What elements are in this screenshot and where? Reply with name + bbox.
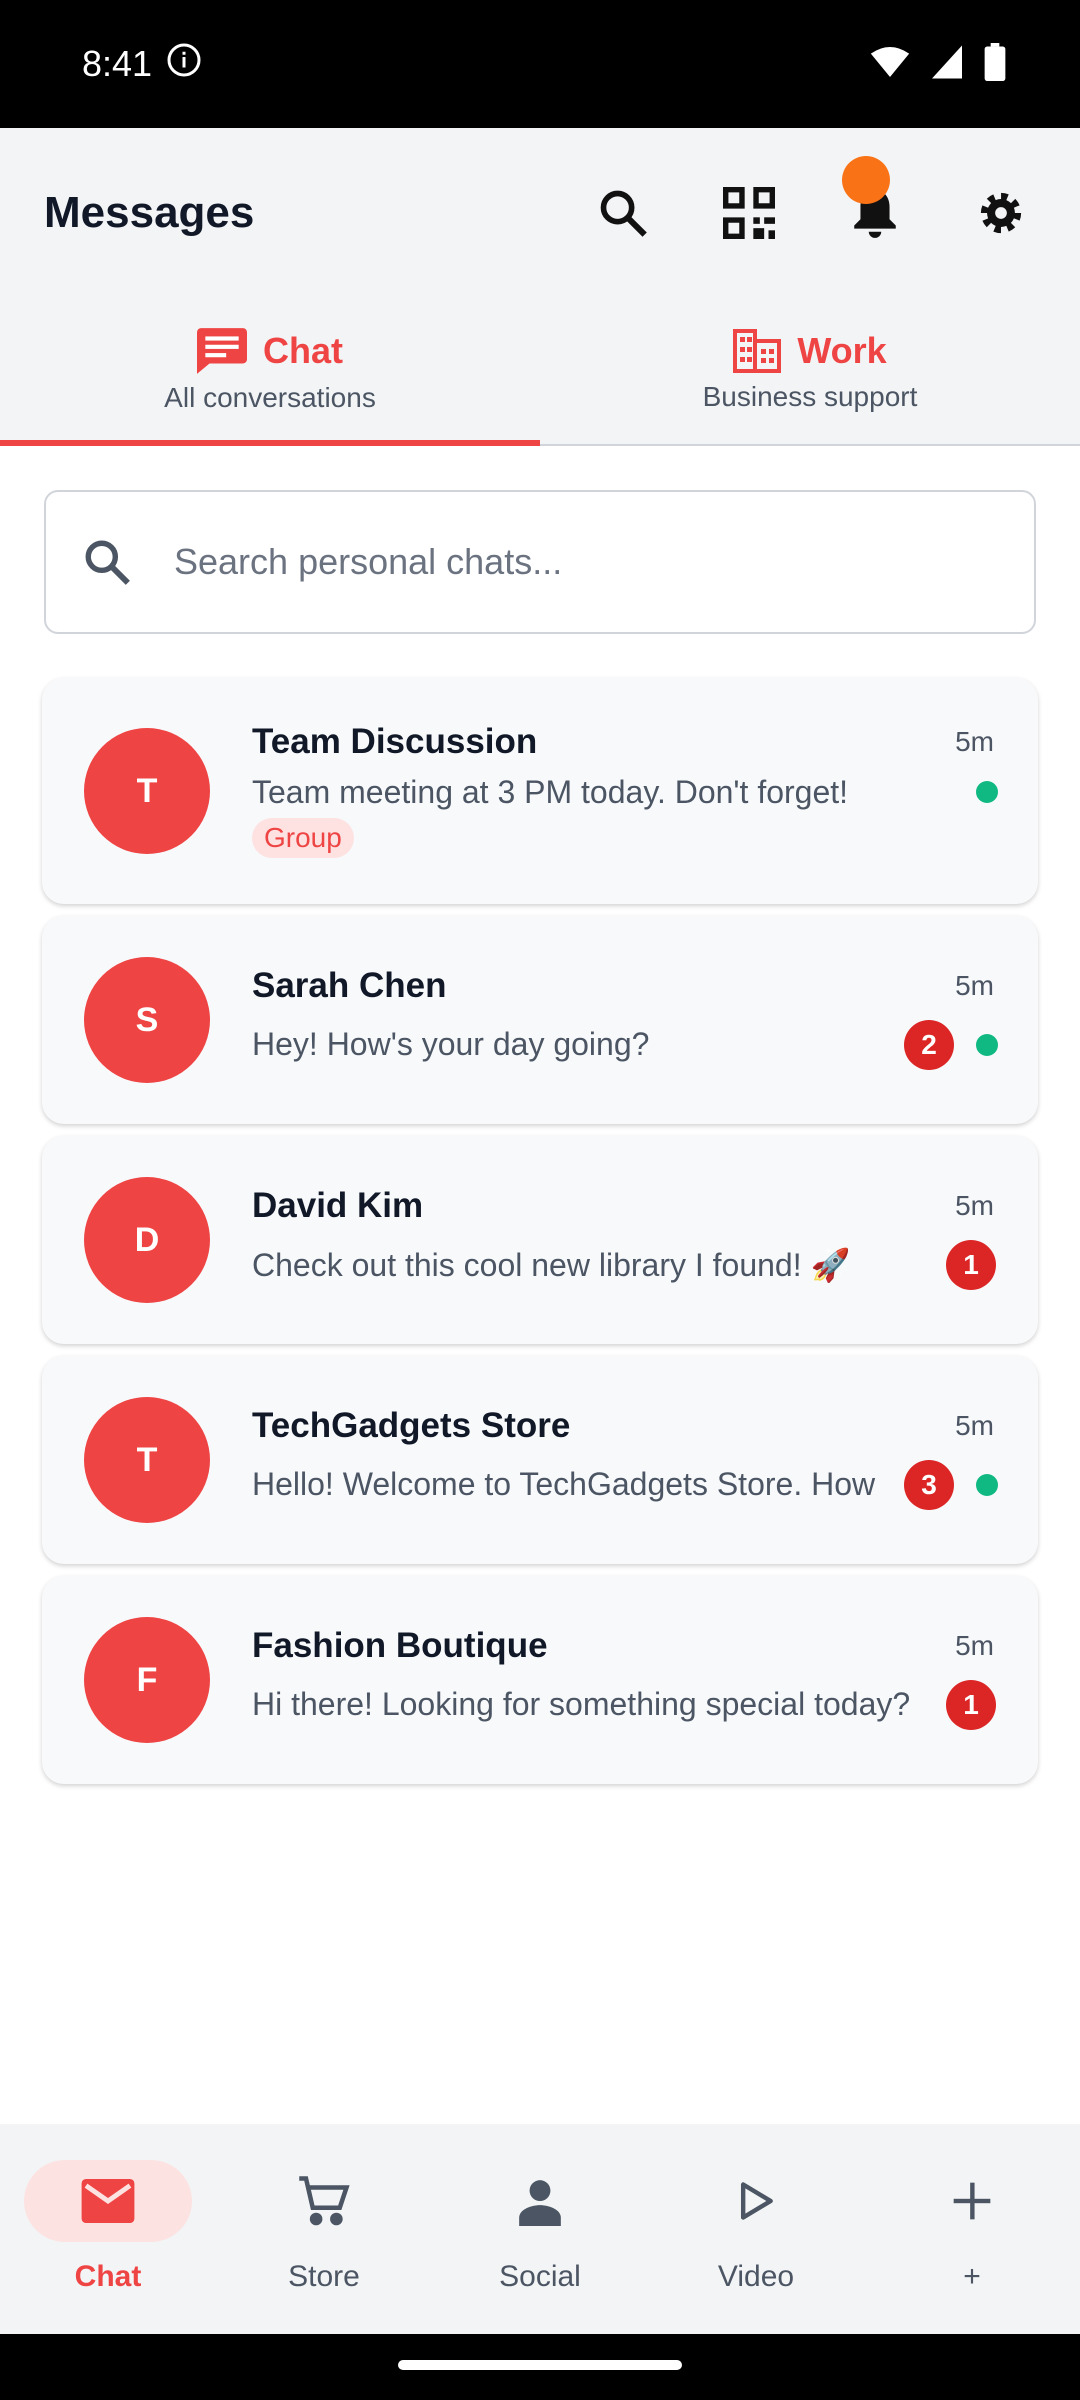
search-icon — [600, 190, 647, 237]
chat-name: TechGadgets Store — [252, 1406, 571, 1445]
unread-badge: 1 — [946, 1240, 996, 1290]
avatar: D — [84, 1177, 210, 1303]
nav-video[interactable]: Video — [661, 2160, 851, 2294]
cellular-signal-icon — [932, 45, 962, 84]
gear-icon — [980, 192, 1022, 234]
avatar: F — [84, 1617, 210, 1743]
app-header: Messages — [0, 128, 1080, 298]
person-icon — [519, 2180, 561, 2226]
avatar: T — [84, 728, 210, 854]
nav-chat-label: Chat — [74, 2260, 142, 2293]
tab-work-label: Work — [797, 330, 887, 371]
plus-icon — [953, 2182, 991, 2220]
chat-list: T Team Discussion 5m Team meeting at 3 P… — [42, 678, 1038, 1796]
chat-preview: Team meeting at 3 PM today. Don't forget… — [252, 774, 849, 810]
search-box — [44, 490, 1036, 634]
search-input[interactable] — [172, 540, 936, 584]
tab-chat-label: Chat — [263, 330, 343, 371]
bottom-navigation: Chat Store Social Video + — [0, 2124, 1080, 2334]
online-indicator — [976, 1034, 998, 1056]
chat-time: 5m — [955, 1410, 994, 1441]
avatar: T — [84, 1397, 210, 1523]
nav-add-label: + — [963, 2260, 981, 2293]
unread-badge: 1 — [946, 1680, 996, 1730]
chat-preview: Hi there! Looking for something special … — [252, 1686, 911, 1722]
online-indicator — [976, 1474, 998, 1496]
qr-code-button[interactable] — [714, 178, 784, 248]
battery-icon — [984, 42, 1006, 86]
tab-bar: Chat All conversations Work Business sup… — [0, 298, 1080, 446]
nav-store[interactable]: Store — [229, 2160, 419, 2294]
notifications-button[interactable] — [840, 156, 910, 248]
chat-time: 5m — [955, 970, 994, 1001]
status-time: 8:41 — [82, 43, 153, 84]
chat-item[interactable]: T TechGadgets Store 5m Hello! Welcome to… — [42, 1356, 1038, 1564]
chat-name: Team Discussion — [252, 722, 538, 761]
tab-work-subtitle: Business support — [702, 381, 918, 412]
nav-video-label: Video — [717, 2260, 795, 2293]
nav-social[interactable]: Social — [445, 2160, 635, 2294]
nav-add[interactable]: + — [877, 2160, 1067, 2294]
cart-icon — [299, 2176, 350, 2226]
chat-time: 5m — [955, 1630, 994, 1661]
status-bar: 8:41 — [0, 0, 1080, 128]
chat-preview: Hello! Welcome to TechGadgets Store. How — [252, 1466, 876, 1502]
online-indicator — [976, 781, 998, 803]
nav-store-label: Store — [288, 2260, 360, 2293]
mail-icon — [81, 2179, 135, 2223]
unread-badge: 2 — [904, 1020, 954, 1070]
chat-item[interactable]: S Sarah Chen 5m Hey! How's your day goin… — [42, 916, 1038, 1124]
group-tag: Group — [252, 818, 354, 858]
search-icon — [85, 540, 130, 585]
building-icon — [733, 329, 782, 373]
chat-name: David Kim — [252, 1186, 424, 1225]
tab-work[interactable]: Work Business support — [540, 298, 1080, 444]
gesture-navigation-bar — [0, 2334, 1080, 2400]
qr-code-icon — [723, 187, 775, 239]
chat-item[interactable]: D David Kim 5m Check out this cool new l… — [42, 1136, 1038, 1344]
page-title: Messages — [44, 188, 255, 237]
nav-chat[interactable]: Chat — [13, 2160, 203, 2294]
chat-preview: Hey! How's your day going? — [252, 1026, 650, 1062]
avatar: S — [84, 957, 210, 1083]
chat-name: Sarah Chen — [252, 966, 447, 1005]
play-icon — [740, 2182, 773, 2220]
tab-chat-subtitle: All conversations — [164, 382, 376, 413]
chat-time: 5m — [955, 726, 994, 757]
chat-time: 5m — [955, 1190, 994, 1221]
info-icon — [166, 42, 202, 87]
home-gesture-handle[interactable] — [398, 2360, 682, 2370]
chat-name: Fashion Boutique — [252, 1626, 548, 1665]
nav-social-label: Social — [499, 2260, 581, 2293]
search-button[interactable] — [588, 178, 658, 248]
chat-preview: Check out this cool new library I found!… — [252, 1247, 851, 1283]
tab-chat[interactable]: Chat All conversations — [0, 298, 540, 446]
wifi-icon — [870, 45, 910, 84]
chat-item[interactable]: F Fashion Boutique 5m Hi there! Looking … — [42, 1576, 1038, 1784]
chat-item[interactable]: T Team Discussion 5m Team meeting at 3 P… — [42, 678, 1038, 904]
chat-bubble-icon — [197, 328, 247, 374]
unread-badge: 3 — [904, 1460, 954, 1510]
settings-button[interactable] — [966, 178, 1036, 248]
notification-dot — [842, 156, 890, 204]
